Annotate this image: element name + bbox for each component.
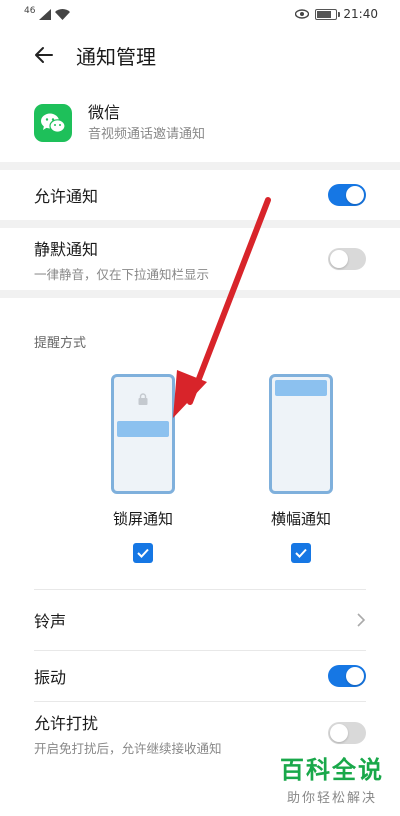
- watermark-title: 百科全说: [280, 756, 384, 784]
- silent-notifications-label: 静默通知: [34, 239, 99, 259]
- ringtone-row[interactable]: 铃声: [0, 590, 400, 650]
- allow-disturb-desc: 开启免打扰后，允许继续接收通知: [34, 740, 222, 756]
- reminder-modes: 锁屏通知 横幅通知: [0, 374, 400, 563]
- ringtone-label: 铃声: [34, 612, 67, 631]
- signal-icon: [39, 8, 52, 20]
- vibrate-row[interactable]: 振动: [0, 651, 400, 701]
- watermark: 百科全说 助你轻松解决: [280, 750, 384, 806]
- status-bar: 46 21:40: [0, 0, 400, 28]
- lockscreen-preview: [111, 374, 175, 494]
- banner-mode-label: 横幅通知: [270, 510, 331, 528]
- lock-icon: [138, 393, 148, 405]
- section-separator: [0, 162, 400, 170]
- lockscreen-mode-label: 锁屏通知: [112, 510, 173, 528]
- allow-disturb-toggle[interactable]: [328, 722, 366, 744]
- section-separator: [0, 220, 400, 228]
- page-title: 通知管理: [76, 44, 156, 69]
- notification-banner-preview: [117, 421, 169, 437]
- banner-checkbox[interactable]: [291, 543, 311, 563]
- vibrate-toggle[interactable]: [328, 665, 366, 687]
- checkmark-icon: [137, 548, 149, 558]
- back-arrow-icon[interactable]: [32, 43, 56, 67]
- wechat-app-icon: [34, 104, 72, 142]
- battery-icon: [315, 8, 341, 20]
- allow-disturb-label: 允许打扰: [34, 713, 99, 733]
- app-description: 音视频通话邀请通知: [88, 126, 206, 142]
- chevron-right-icon: [357, 613, 366, 627]
- app-bar: 通知管理: [0, 28, 400, 82]
- app-info: 微信 音视频通话邀请通知: [0, 82, 400, 150]
- lockscreen-mode[interactable]: 锁屏通知: [78, 374, 208, 563]
- lockscreen-checkbox[interactable]: [133, 543, 153, 563]
- vibrate-label: 振动: [34, 668, 67, 687]
- eye-comfort-icon: [295, 9, 310, 19]
- watermark-subtitle: 助你轻松解决: [286, 791, 377, 806]
- silent-notifications-toggle[interactable]: [328, 248, 366, 270]
- silent-notifications-row[interactable]: 静默通知 一律静音，仅在下拉通知栏显示: [0, 228, 400, 290]
- reminder-section-title: 提醒方式: [34, 336, 87, 351]
- wifi-icon: [55, 8, 71, 20]
- allow-notifications-toggle[interactable]: [328, 184, 366, 206]
- silent-notifications-desc: 一律静音，仅在下拉通知栏显示: [34, 266, 210, 282]
- banner-mode[interactable]: 横幅通知: [236, 374, 366, 563]
- checkmark-icon: [295, 548, 307, 558]
- app-name: 微信: [88, 102, 121, 122]
- allow-notifications-label: 允许通知: [34, 187, 99, 206]
- allow-notifications-row[interactable]: 允许通知: [0, 170, 400, 220]
- banner-preview: [269, 374, 333, 494]
- notification-banner-preview: [275, 380, 327, 396]
- section-separator: [0, 290, 400, 298]
- network-type: 46: [24, 6, 36, 16]
- clock: 21:40: [343, 7, 378, 21]
